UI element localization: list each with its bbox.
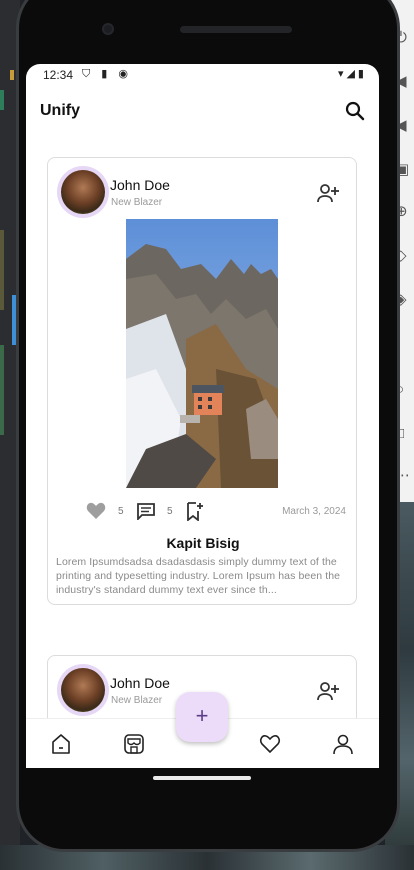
post-title: Kapit Bisig: [166, 535, 240, 551]
create-post-button[interactable]: +: [176, 692, 228, 742]
ide-marker: [0, 345, 4, 435]
home-icon[interactable]: [50, 733, 72, 755]
front-camera: [102, 23, 114, 35]
post-image[interactable]: [126, 219, 278, 488]
post-body: Lorem Ipsumdsadsa dsadasdasis simply dum…: [56, 556, 341, 596]
like-count: 5: [118, 506, 124, 517]
app-bar: Unify: [26, 96, 379, 126]
post-author-subtitle: New Blazer: [111, 695, 163, 706]
app-title: Unify: [40, 102, 80, 119]
earpiece-speaker: [180, 26, 292, 33]
post-date: March 3, 2024: [282, 506, 346, 517]
search-icon[interactable]: [343, 99, 367, 123]
ide-marker: [0, 90, 4, 110]
post-author[interactable]: John Doe: [110, 675, 170, 691]
heart-icon[interactable]: [86, 502, 106, 520]
ide-marker: [10, 70, 14, 80]
bookmark-add-icon[interactable]: [186, 501, 204, 521]
favorite-icon[interactable]: [259, 733, 281, 755]
add-person-icon[interactable]: [316, 680, 340, 702]
comment-icon[interactable]: [136, 502, 156, 520]
store-icon[interactable]: [123, 733, 145, 755]
post-card[interactable]: John Doe New Blazer: [47, 157, 357, 605]
comment-count: 5: [167, 506, 173, 517]
profile-icon[interactable]: [332, 733, 354, 755]
gesture-home-bar[interactable]: [153, 776, 251, 780]
add-person-icon[interactable]: [316, 182, 340, 204]
status-time: 12:34: [43, 68, 74, 82]
status-bar: 12:34 ⛉ ▮ ◉ ▾◢▮: [26, 64, 379, 86]
avatar[interactable]: [57, 166, 109, 218]
ide-marker: [0, 230, 4, 310]
avatar[interactable]: [57, 664, 109, 716]
post-actions: 5 5 March 3, 2024: [86, 500, 346, 522]
post-author-subtitle: New Blazer: [111, 197, 163, 208]
status-notification-icons: ⛉ ▮ ◉: [82, 68, 133, 80]
status-signal-icons: ▾◢▮: [337, 68, 367, 80]
phone-screen: 12:34 ⛉ ▮ ◉ ▾◢▮ Unify John Doe New Blaze…: [26, 64, 379, 768]
post-author[interactable]: John Doe: [110, 177, 170, 193]
